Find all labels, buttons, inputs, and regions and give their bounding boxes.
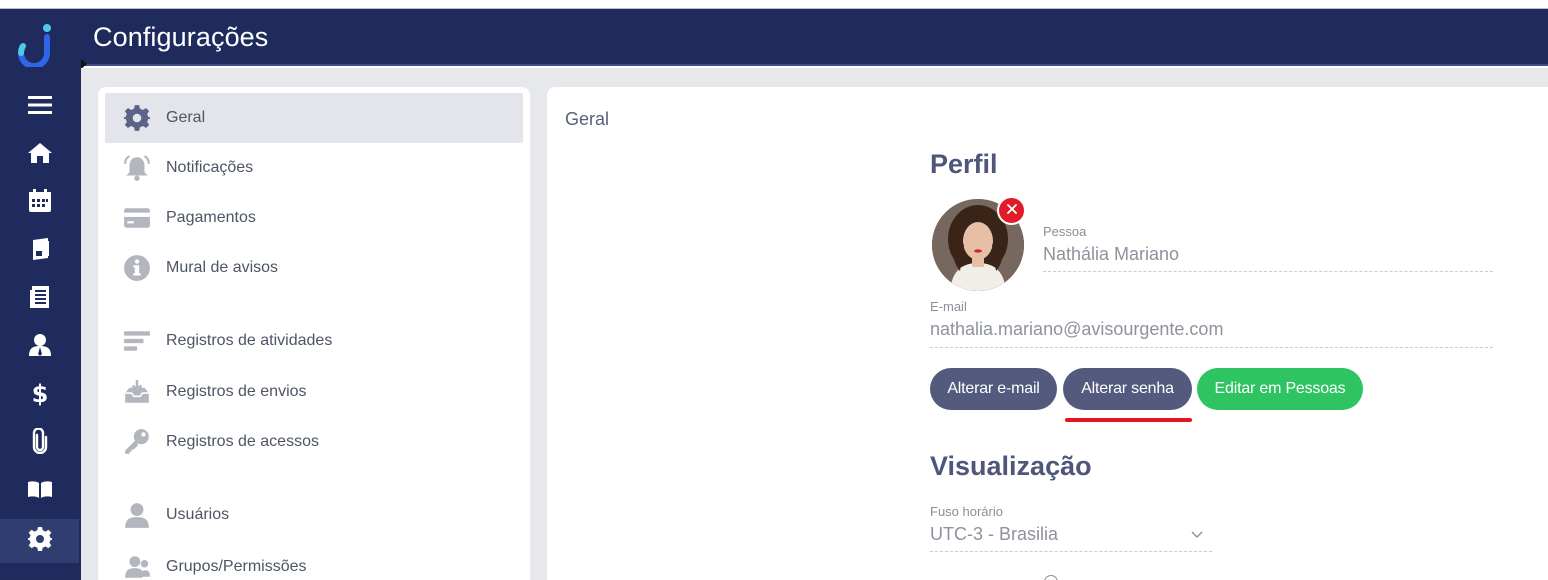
- settings-menu: Geral Notificações Pagamentos Mural de a…: [98, 87, 530, 580]
- settings-item-registros-de-envios[interactable]: Registros de envios: [105, 367, 523, 417]
- dollar-icon: $: [27, 380, 53, 411]
- settings-item-label: Registros de envios: [166, 383, 307, 400]
- rail-attachments-button[interactable]: [0, 421, 79, 465]
- rail-calendar-button[interactable]: [0, 181, 79, 225]
- lines-icon: [122, 326, 152, 356]
- visualization-section-title: Visualização: [930, 451, 1092, 481]
- settings-item-mural-de-avisos[interactable]: Mural de avisos: [105, 243, 523, 293]
- paperclip-icon: [27, 426, 53, 459]
- partial-radio-icon[interactable]: [1044, 575, 1058, 580]
- icon-rail: $: [0, 9, 81, 580]
- chevron-down-icon[interactable]: [1190, 527, 1204, 541]
- home-icon: [27, 140, 53, 171]
- settings-item-usuarios[interactable]: Usuários: [105, 490, 523, 540]
- rail-settings-button[interactable]: [0, 519, 79, 563]
- bell-icon: [122, 153, 152, 183]
- remove-photo-button[interactable]: [997, 196, 1026, 225]
- email-field-value: nathalia.mariano@avisourgente.com: [930, 319, 1224, 339]
- timezone-select[interactable]: UTC-3 - Brasilia: [930, 524, 1058, 545]
- rail-user-button[interactable]: [0, 325, 79, 369]
- email-field-underline: [930, 347, 1493, 348]
- rail-finance-button[interactable]: $: [0, 373, 79, 417]
- settings-item-label: Notificações: [166, 159, 254, 176]
- key-icon: [122, 427, 152, 457]
- settings-item-pagamentos[interactable]: Pagamentos: [105, 193, 523, 243]
- window-top-edge: [0, 0, 1548, 9]
- settings-item-label: Mural de avisos: [166, 259, 279, 276]
- book-icon: [27, 476, 53, 507]
- highlight-underline: [1065, 418, 1192, 422]
- page-header: Configurações: [81, 9, 1548, 69]
- breadcrumb: Geral: [565, 109, 610, 129]
- timezone-field-underline: [930, 551, 1212, 552]
- person-field-label: Pessoa: [1043, 224, 1087, 239]
- settings-item-geral[interactable]: Geral: [105, 93, 523, 143]
- close-icon: [1006, 202, 1018, 220]
- settings-item-registros-de-acessos[interactable]: Registros de acessos: [105, 417, 523, 467]
- rail-home-button[interactable]: [0, 133, 79, 177]
- profile-section-title: Perfil: [930, 149, 998, 179]
- page-title: Configurações: [93, 22, 269, 52]
- list-document-icon: [27, 284, 53, 315]
- change-email-button[interactable]: Alterar e-mail: [930, 368, 1057, 410]
- person-field-underline: [1043, 271, 1493, 272]
- settings-item-label: Registros de acessos: [166, 433, 319, 450]
- user-icon: [122, 500, 152, 530]
- calendar-icon: [27, 188, 53, 219]
- settings-item-grupos-permissoes[interactable]: Grupos/Permissões: [105, 542, 523, 580]
- email-field-label: E-mail: [930, 299, 967, 314]
- settings-item-notificacoes[interactable]: Notificações: [105, 143, 523, 193]
- settings-item-registros-de-atividades[interactable]: Registros de atividades: [105, 316, 523, 366]
- app-logo[interactable]: [14, 23, 54, 69]
- rail-menu-button[interactable]: [0, 85, 79, 129]
- inbox-icon: [122, 377, 152, 407]
- settings-item-label: Grupos/Permissões: [166, 558, 307, 575]
- gear-icon: [122, 103, 152, 133]
- credit-card-icon: [122, 203, 152, 233]
- settings-item-label: Registros de atividades: [166, 332, 333, 349]
- rail-documents-button[interactable]: [0, 277, 79, 321]
- settings-item-label: Geral: [166, 109, 206, 126]
- person-field-value: Nathália Mariano: [1043, 244, 1180, 264]
- info-icon: [122, 253, 152, 283]
- rail-document-button[interactable]: [0, 229, 79, 273]
- document-icon: [27, 236, 53, 267]
- svg-text:$: $: [31, 380, 48, 406]
- settings-item-label: Pagamentos: [166, 209, 256, 226]
- change-password-button[interactable]: Alterar senha: [1063, 368, 1192, 410]
- edit-in-people-button[interactable]: Editar em Pessoas: [1197, 368, 1363, 410]
- gear-icon: [27, 526, 53, 557]
- menu-icon: [27, 92, 53, 123]
- user-icon: [27, 332, 53, 363]
- main-panel: Geral Perfil Pessoa Nathália Mariano E-m…: [547, 87, 1548, 580]
- timezone-field-label: Fuso horário: [930, 504, 1003, 519]
- users-icon: [122, 552, 152, 580]
- settings-item-label: Usuários: [166, 506, 230, 523]
- rail-guide-button[interactable]: [0, 469, 79, 513]
